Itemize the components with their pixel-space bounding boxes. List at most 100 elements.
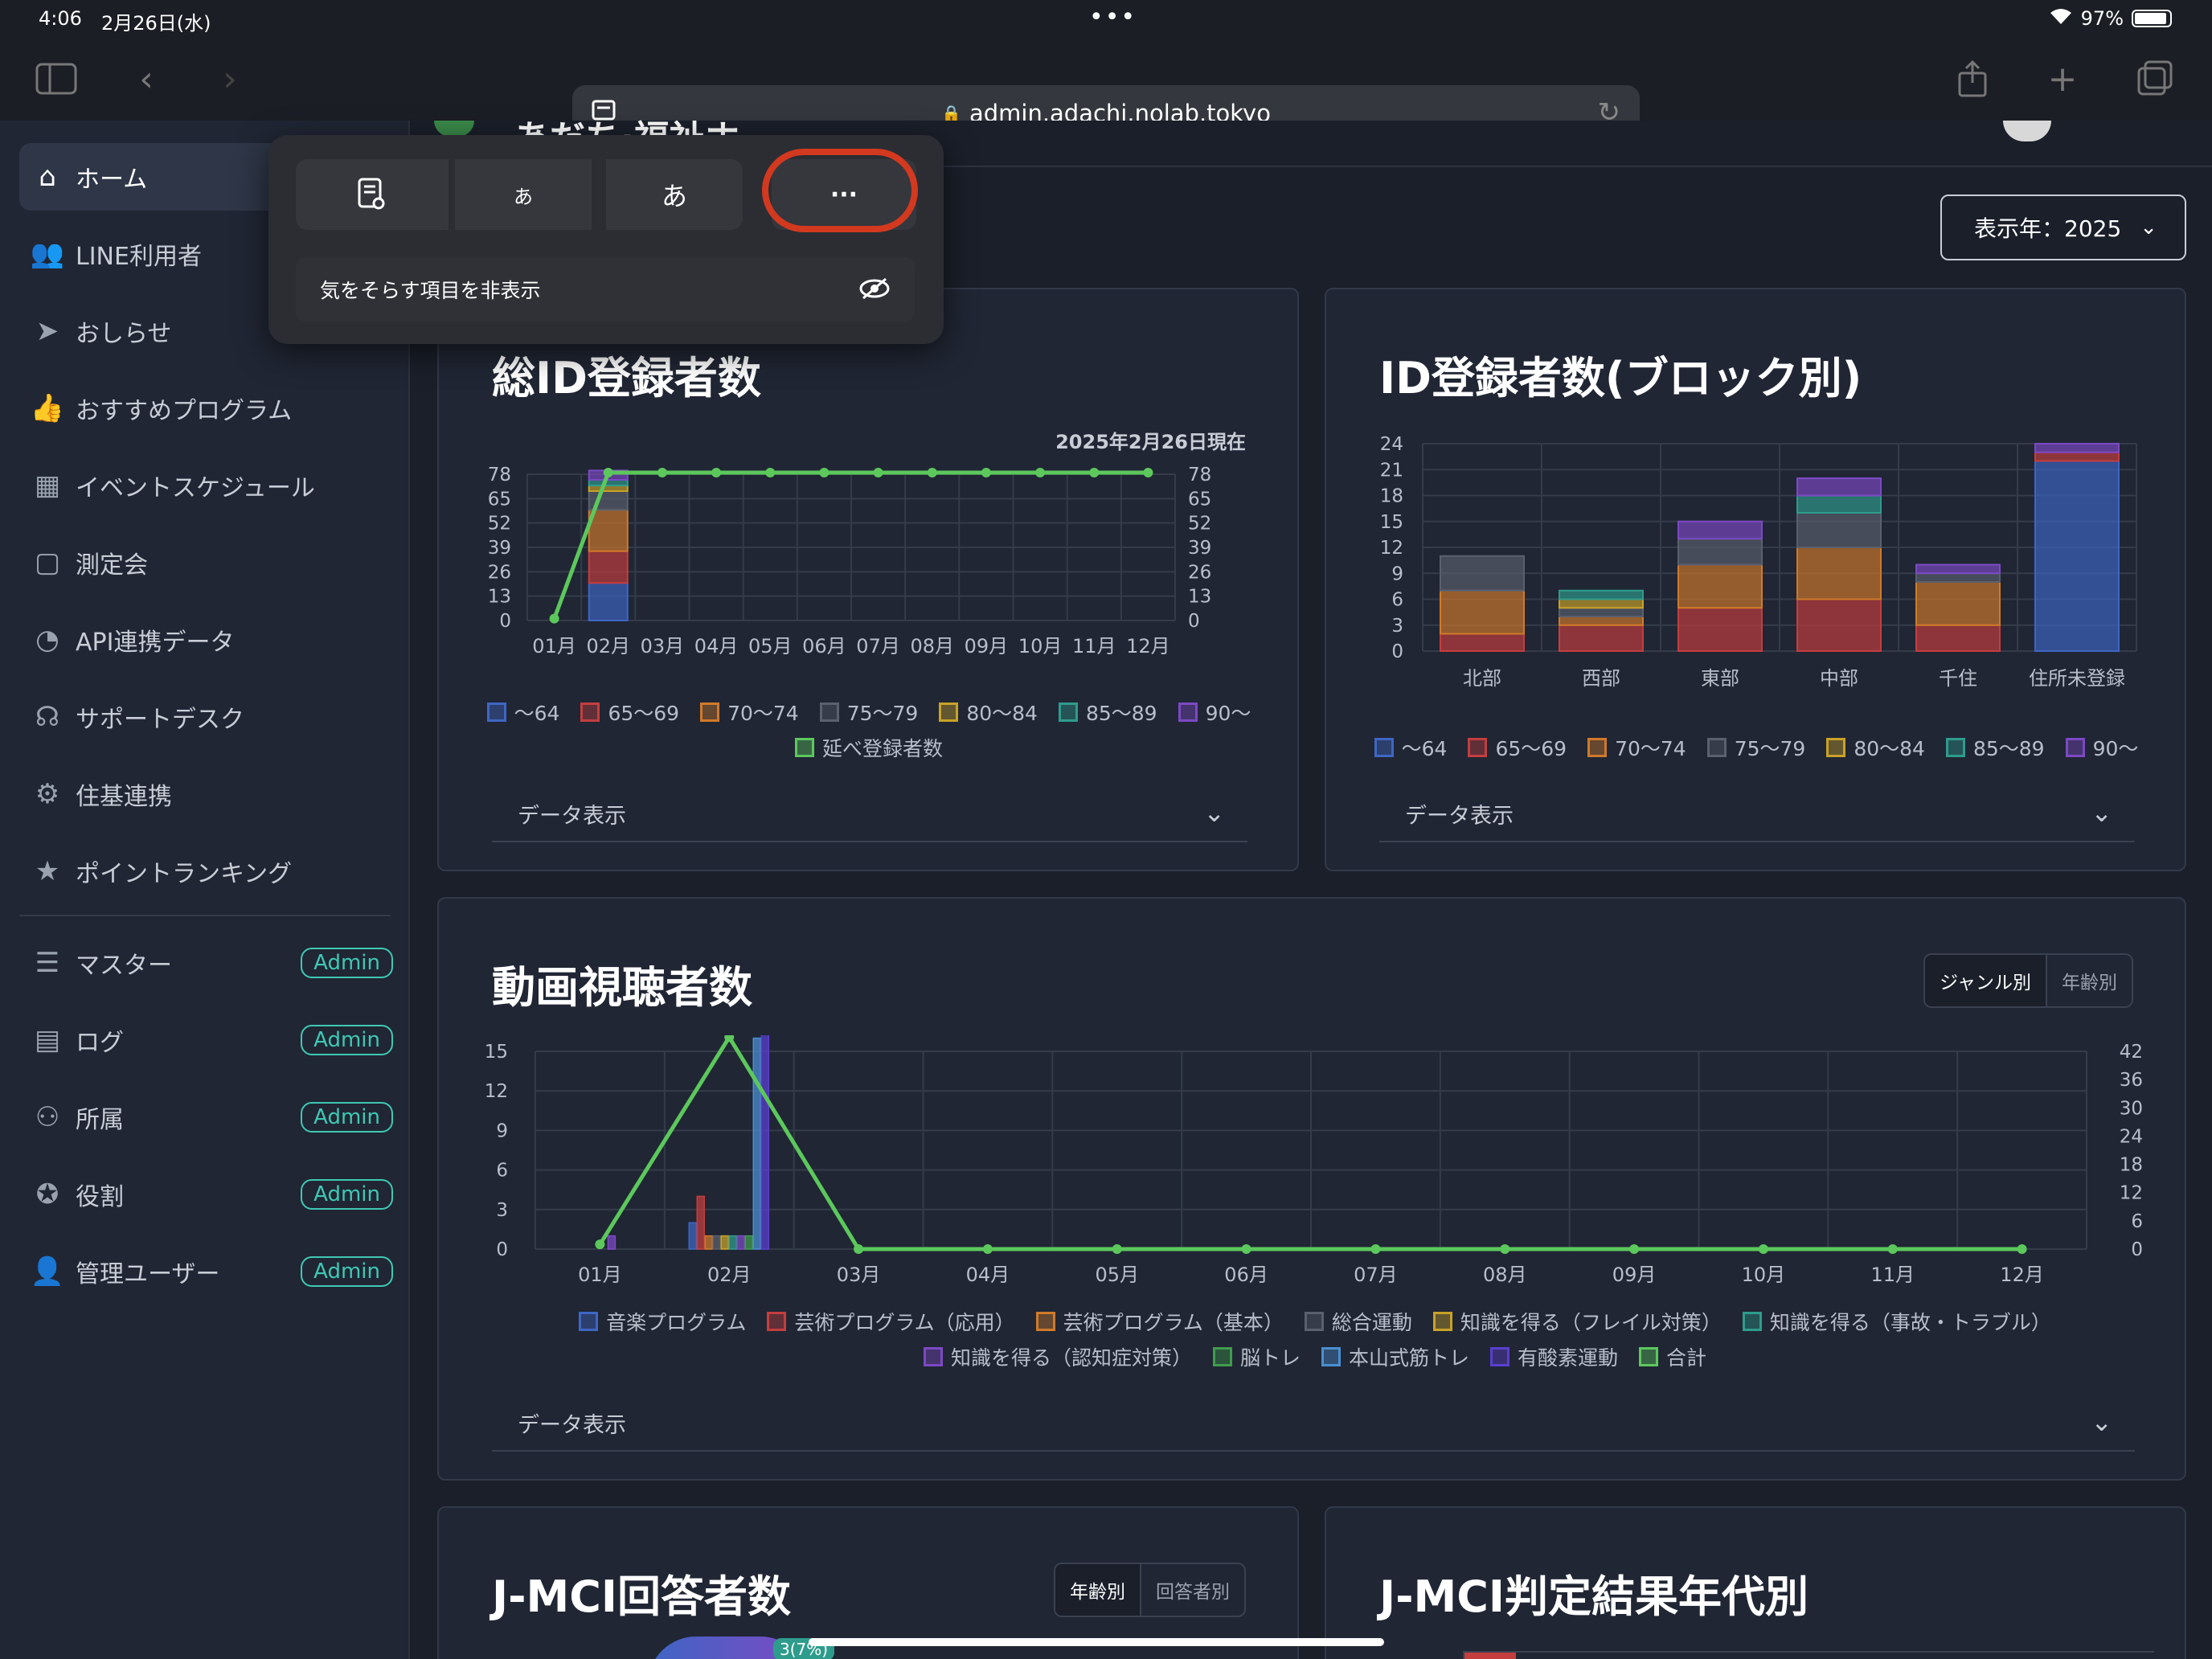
legend-swatch [1490,1347,1509,1366]
text-smaller-button[interactable]: あ [455,159,592,230]
block-id-chart: 0 3 6 9 12 15 18 21 24 北部 西部 東部 中部 千住 住所未登録 [1380,434,2137,690]
sidebar-item-events[interactable]: ▦ イベントスケジュール [19,452,393,519]
legend-swatch [1035,1312,1055,1331]
legend-item[interactable]: 70〜74 [700,698,799,727]
share-icon[interactable] [1948,55,1997,103]
reader-mode-button[interactable] [296,159,449,230]
legend-item[interactable]: 音楽プログラム [579,1307,746,1336]
legend-item[interactable]: 80〜84 [939,698,1038,727]
forward-icon[interactable]: › [206,55,254,103]
x-tick-label: 02月 [707,1264,752,1284]
data-toggle[interactable]: データ表示 ⌄ [492,786,1247,842]
legend-item[interactable]: 〜64 [486,698,559,727]
user-gear-icon: ⚙ [35,778,60,810]
sidebar-item-master[interactable]: ☰ マスター Admin [19,929,393,997]
legend-item[interactable]: 75〜79 [1706,733,1805,762]
legend-item[interactable]: 85〜89 [1945,733,2045,762]
data-toggle[interactable]: データ表示 ⌄ [1379,786,2135,842]
legend-item[interactable]: 知識を得る（事故・トラブル） [1742,1307,2051,1336]
legend-item[interactable]: 70〜74 [1587,733,1686,762]
bar-segment [1915,572,2001,583]
legend-swatch [819,703,839,722]
legend-label: 65〜69 [1495,737,1567,760]
legend-item[interactable]: 総合運動 [1304,1307,1412,1336]
sidebar-toggle-icon[interactable] [32,55,80,103]
sidebar-item-ranking[interactable]: ★ ポイントランキング [19,838,393,905]
tab-age[interactable]: 年齢別 [1055,1564,1141,1616]
back-icon[interactable]: ‹ [122,55,170,103]
legend-item[interactable]: 本山式筋トレ [1321,1342,1469,1371]
jmci-respondents-card: J-MCI回答者数 年齢別 回答者別 3(7%) [437,1506,1299,1659]
multitask-dots-icon[interactable]: ••• [1089,3,1137,31]
year-select[interactable]: 表示年：2025 ⌄ [1940,195,2186,260]
card-title: J-MCI判定結果年代別 [1379,1571,1809,1622]
total-id-card: 総ID登録者数 2025年2月26日現在 0 0 13 13 26 26 39 39 52 52 6… [437,288,1299,871]
bar [752,1037,761,1250]
legend-item[interactable]: 85〜89 [1058,698,1157,727]
eye-slash-icon [858,276,891,305]
sitemap-icon: ⚇ [35,1101,60,1133]
sidebar-item-admin-users[interactable]: 👤 管理ユーザー Admin [19,1238,393,1305]
x-tick-label: 04月 [694,635,739,657]
sidebar-divider [19,915,391,916]
y-tick-label: 78 [488,465,511,485]
legend-item[interactable]: 90〜 [2065,733,2138,762]
y-tick-label: 65 [488,489,511,510]
legend-item[interactable]: 〜64 [1374,733,1447,762]
legend-item[interactable]: 知識を得る（フレイル対策） [1432,1307,1722,1336]
chevron-down-icon: ⌄ [2091,1407,2112,1437]
legend-item[interactable]: 脳トレ [1212,1342,1301,1371]
send-icon: ➤ [35,315,59,347]
sidebar-item-recommended[interactable]: 👍 おすすめプログラム [19,375,393,442]
bar-segment [1796,494,1882,514]
new-tab-icon[interactable]: + [2038,55,2087,103]
sidebar-item-measurement[interactable]: ▢ 測定会 [19,529,393,596]
y-tick-label: 9 [1391,563,1403,584]
sidebar-item-api[interactable]: ◔ API連携データ [19,606,393,674]
legend-item[interactable]: 芸術プログラム（応用） [767,1307,1015,1336]
avatar[interactable] [2003,121,2051,141]
legend-item[interactable]: 65〜69 [580,698,679,727]
tabs-icon[interactable] [2132,55,2180,103]
legend-item[interactable]: 合計 [1639,1342,1706,1371]
tab-age[interactable]: 年齢別 [2047,955,2132,1006]
bar-segment [2034,460,2120,652]
legend-item[interactable]: 知識を得る（認知症対策） [923,1342,1192,1371]
legend-item[interactable]: 芸術プログラム（基本） [1035,1307,1284,1336]
y2-tick-label: 39 [1188,538,1211,559]
bar [744,1235,753,1250]
sidebar-item-label: マスター [76,952,172,980]
x-tick-label: 03月 [837,1264,881,1284]
sidebar-item-label: 測定会 [76,551,148,580]
sidebar-item-log[interactable]: ▤ ログ Admin [19,1006,393,1074]
data-toggle-label: データ表示 [518,1412,626,1438]
legend-item[interactable]: 65〜69 [1468,733,1567,762]
text-larger-button[interactable]: あ [606,159,743,230]
legend-item[interactable]: 90〜 [1178,698,1251,727]
tab-genre[interactable]: ジャンル別 [1925,955,2047,1006]
sidebar-item-role[interactable]: ✪ 役割 Admin [19,1161,393,1228]
tab-respondent[interactable]: 回答者別 [1141,1564,1244,1616]
sidebar-item-juki[interactable]: ⚙ 住基連携 [19,760,393,828]
sidebar-item-affiliation[interactable]: ⚇ 所属 Admin [19,1083,393,1151]
legend-swatch [1321,1347,1341,1366]
y2-tick-label: 36 [2120,1070,2143,1091]
legend-swatch [1826,738,1846,757]
y-tick-label: 18 [1380,486,1403,507]
bar-segment [1915,624,2001,652]
api-icon: ◔ [35,624,59,656]
legend-swatch [1212,1347,1232,1366]
legend-item[interactable]: 75〜79 [819,698,918,727]
reader-mode-icon [358,178,385,210]
legend-item[interactable]: 80〜84 [1826,733,1925,762]
sidebar-item-support[interactable]: ☊ サポートデスク [19,683,393,751]
legend-item[interactable]: 有酸素運動 [1490,1342,1618,1371]
data-toggle[interactable]: データ表示 ⌄ [492,1395,2135,1452]
home-indicator [809,1638,1384,1646]
legend-swatch [1178,703,1198,722]
bar-segment [1677,538,1763,566]
sidebar-item-label: イベントスケジュール [76,474,315,502]
y2-tick-label: 12 [2120,1183,2143,1204]
legend-item[interactable]: 延べ登録者数 [794,733,943,762]
hide-distracting-items[interactable]: 気をそらす項目を非表示 [296,257,915,322]
